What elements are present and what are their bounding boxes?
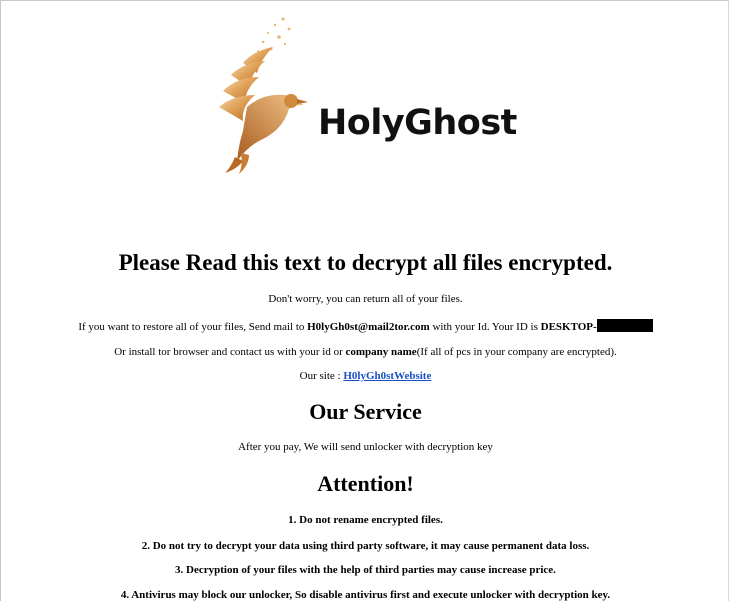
service-heading: Our Service bbox=[309, 399, 422, 424]
site-label: Our site : bbox=[299, 370, 344, 382]
site-link[interactable]: H0lyGh0stWebsite bbox=[343, 370, 431, 382]
victim-id-label: DESKTOP- bbox=[540, 321, 597, 333]
intro-line-2: If you want to restore all of your files… bbox=[1, 319, 729, 333]
ransom-note-window: HolyGhost Please Read this text to decry… bbox=[0, 0, 729, 601]
page-title: Please Read this text to decrypt all fil… bbox=[118, 250, 613, 275]
intro-line-1: Don't worry, you can return all of your … bbox=[268, 293, 463, 305]
intro-line-3: Or install tor browser and contact us wi… bbox=[1, 346, 729, 358]
contact-text-middle: with your Id. Your ID is bbox=[429, 321, 541, 333]
brand-name: HolyGhost bbox=[318, 103, 517, 143]
attention-rule-4: 4. Antivirus may block our unlocker, So … bbox=[120, 589, 611, 601]
tor-text-suffix: (If all of pcs in your company are encry… bbox=[416, 346, 617, 358]
attention-rule-1: 1. Do not rename encrypted files. bbox=[288, 514, 443, 526]
holyghost-logo: HolyGhost bbox=[213, 11, 543, 176]
attention-heading: Attention! bbox=[317, 471, 414, 496]
contact-email: H0lyGh0st@mail2tor.com bbox=[307, 321, 430, 333]
dove-logo-icon bbox=[219, 17, 308, 174]
tor-text-prefix: Or install tor browser and contact us wi… bbox=[114, 346, 346, 358]
redaction-bar bbox=[596, 319, 653, 332]
service-text: After you pay, We will send unlocker wit… bbox=[238, 441, 493, 453]
site-line: Our site : H0lyGh0stWebsite bbox=[1, 370, 729, 382]
contact-text-prefix: If you want to restore all of your files… bbox=[78, 321, 308, 333]
attention-rule-3: 3. Decryption of your files with the hel… bbox=[175, 564, 556, 576]
attention-rule-2: 2. Do not try to decrypt your data using… bbox=[141, 540, 590, 552]
company-name-emphasis: company name bbox=[345, 346, 417, 358]
